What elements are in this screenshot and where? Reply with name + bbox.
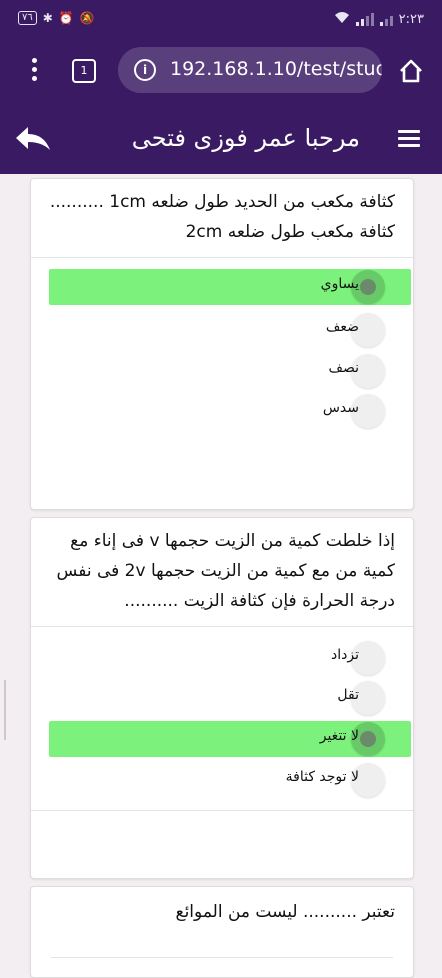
browser-toolbar: 1 i 192.168.1.10/test/stud	[0, 40, 442, 102]
home-icon[interactable]	[398, 58, 424, 84]
option-item[interactable]: تزداد	[49, 640, 411, 676]
divider	[31, 626, 413, 627]
option-item-selected[interactable]: يساوي	[49, 269, 411, 305]
option-label: تقل	[337, 687, 359, 703]
signal-icon-2	[379, 13, 393, 26]
status-icons-right: ٢:٢٣	[334, 11, 424, 28]
question-line: تعتبر .......... ليست من الموائع	[175, 902, 395, 922]
more-options-icon[interactable]	[30, 58, 38, 84]
option-label: نصف	[328, 360, 359, 376]
status-icons-left: ٧٦ ✱ ⏰ 🔕	[18, 11, 95, 25]
reply-back-icon[interactable]	[14, 124, 52, 154]
question-line: إذا خلطت كمية من الزيت حجمها v فى إناء م…	[70, 531, 395, 551]
question-line: درجة الحرارة فإن كثافة الزيت ..........	[124, 591, 395, 611]
question-text: كثافة مكعب من الحديد طول ضلعه 1cm ......…	[31, 179, 413, 247]
tab-switcher-button[interactable]: 1	[72, 59, 96, 83]
clock-time: ٢:٢٣	[398, 12, 424, 27]
info-icon[interactable]: i	[134, 59, 156, 81]
divider	[51, 957, 393, 958]
question-card-2: إذا خلطت كمية من الزيت حجمها v فى إناء م…	[30, 517, 414, 879]
mute-icon: 🔕	[79, 11, 95, 25]
option-item-selected[interactable]: لا تتغير	[49, 721, 411, 757]
divider	[31, 810, 413, 811]
option-label: لا تتغير	[319, 728, 359, 744]
url-text: 192.168.1.10/test/stud	[170, 58, 382, 80]
hamburger-menu-icon[interactable]	[398, 130, 420, 148]
wifi-icon	[334, 11, 350, 28]
bluetooth-icon: ✱	[42, 11, 53, 25]
alarm-icon: ⏰	[58, 11, 74, 25]
option-item[interactable]: تقل	[49, 680, 411, 716]
option-label: تزداد	[331, 647, 359, 663]
option-label: يساوي	[320, 276, 359, 292]
status-bar: ٧٦ ✱ ⏰ 🔕 ٢:٢٣	[0, 0, 442, 40]
address-bar[interactable]: i 192.168.1.10/test/stud	[118, 47, 382, 93]
option-item[interactable]: نصف	[49, 353, 411, 389]
option-label: ضعف	[325, 319, 359, 335]
question-text: إذا خلطت كمية من الزيت حجمها v فى إناء م…	[31, 518, 413, 616]
page-title: مرحبا عمر فوزى فتحى	[131, 124, 360, 152]
question-line: كمية من مع كمية من الزيت حجمها 2v فى نفس	[56, 561, 395, 581]
scrollbar[interactable]	[4, 680, 6, 740]
question-text: تعتبر .......... ليست من الموائع	[31, 887, 413, 927]
option-label: لا توجد كثافة	[285, 769, 359, 785]
battery-icon: ٧٦	[18, 11, 37, 25]
question-card-3: تعتبر .......... ليست من الموائع	[30, 886, 414, 978]
option-item[interactable]: سدس	[49, 393, 411, 429]
option-item[interactable]: لا توجد كثافة	[49, 762, 411, 798]
question-line: كثافة مكعب طول ضلعه 2cm	[185, 222, 395, 242]
question-card-1: كثافة مكعب من الحديد طول ضلعه 1cm ......…	[30, 178, 414, 510]
question-line: كثافة مكعب من الحديد طول ضلعه 1cm ......…	[49, 192, 395, 212]
option-label: سدس	[322, 400, 359, 416]
option-item[interactable]: ضعف	[49, 312, 411, 348]
divider	[31, 257, 413, 258]
app-header: مرحبا عمر فوزى فتحى	[0, 102, 442, 174]
signal-icon	[355, 13, 374, 26]
